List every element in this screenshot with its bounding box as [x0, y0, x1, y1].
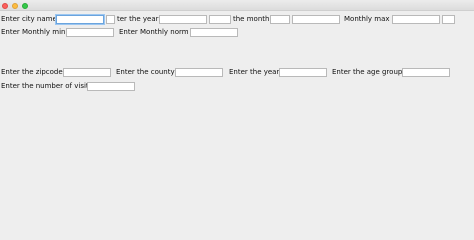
close-icon[interactable] — [2, 3, 8, 9]
year-label: ter the year — [117, 15, 159, 23]
monthly-norm-input[interactable] — [190, 28, 238, 37]
month-extra-input[interactable] — [292, 15, 340, 24]
minimize-icon[interactable] — [12, 3, 18, 9]
month-label: the month — [233, 15, 270, 23]
maximize-icon[interactable] — [22, 3, 28, 9]
number-of-visits-input[interactable] — [87, 82, 135, 91]
city-name-label: Enter city name — [1, 15, 57, 23]
month-input[interactable] — [270, 15, 290, 24]
hidden-input[interactable] — [106, 15, 115, 24]
city-name-input[interactable] — [56, 15, 104, 24]
number-of-visits-label: Enter the number of visit — [1, 82, 89, 90]
monthly-min-label: Enter Monthly min — [1, 28, 66, 36]
monthly-min-input[interactable] — [66, 28, 114, 37]
monthly-norm-label: Enter Monthly norm — [119, 28, 189, 36]
zipcode-label: Enter the zipcode — [1, 68, 63, 76]
year-extra-input[interactable] — [209, 15, 231, 24]
monthly-max-label: Monthly max — [344, 15, 390, 23]
age-group-label: Enter the age group — [332, 68, 403, 76]
year-2-label: Enter the year — [229, 68, 280, 76]
zipcode-input[interactable] — [63, 68, 111, 77]
app-window: Enter city name ter the year the month M… — [0, 0, 474, 207]
monthly-max-extra-input[interactable] — [442, 15, 455, 24]
county-label: Enter the county — [116, 68, 175, 76]
county-input[interactable] — [175, 68, 223, 77]
monthly-max-input[interactable] — [392, 15, 440, 24]
title-bar — [0, 0, 474, 11]
year-input[interactable] — [159, 15, 207, 24]
year-2-input[interactable] — [279, 68, 327, 77]
age-group-input[interactable] — [402, 68, 450, 77]
